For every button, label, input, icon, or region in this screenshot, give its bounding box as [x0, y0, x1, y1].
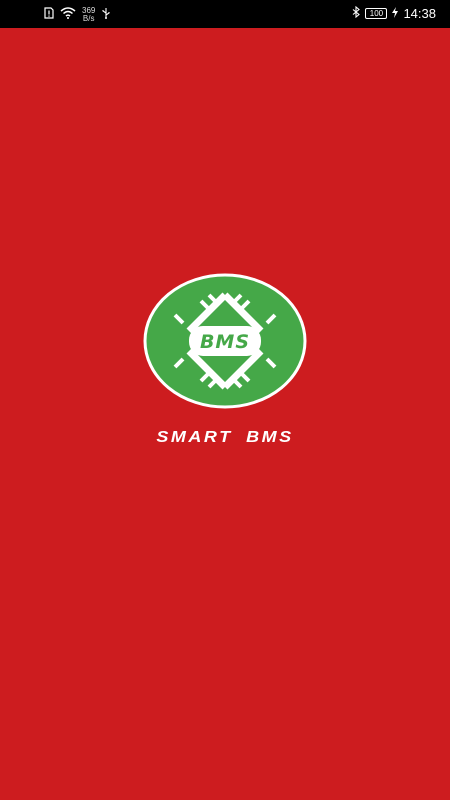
app-name: SMART BMS [156, 428, 294, 446]
charging-icon [392, 6, 399, 21]
sim-alert-icon [44, 6, 54, 24]
network-speed-unit: B/s [82, 14, 95, 23]
status-bar-right: 100 14:38 [352, 5, 436, 21]
wifi-icon [60, 6, 76, 24]
status-bar-left: 369 B/s [44, 6, 111, 24]
bluetooth-icon [352, 5, 361, 21]
usb-icon [101, 6, 111, 24]
splash-screen: BMS SMART BMS [0, 28, 450, 800]
battery-level: 100 [369, 9, 384, 18]
status-clock: 14:38 [403, 6, 436, 21]
logo-text: BMS [200, 331, 250, 353]
app-logo: BMS [143, 273, 307, 409]
network-speed: 369 B/s [82, 7, 95, 23]
battery-icon: 100 [365, 8, 388, 19]
status-bar: 369 B/s 100 14:38 [0, 0, 450, 28]
